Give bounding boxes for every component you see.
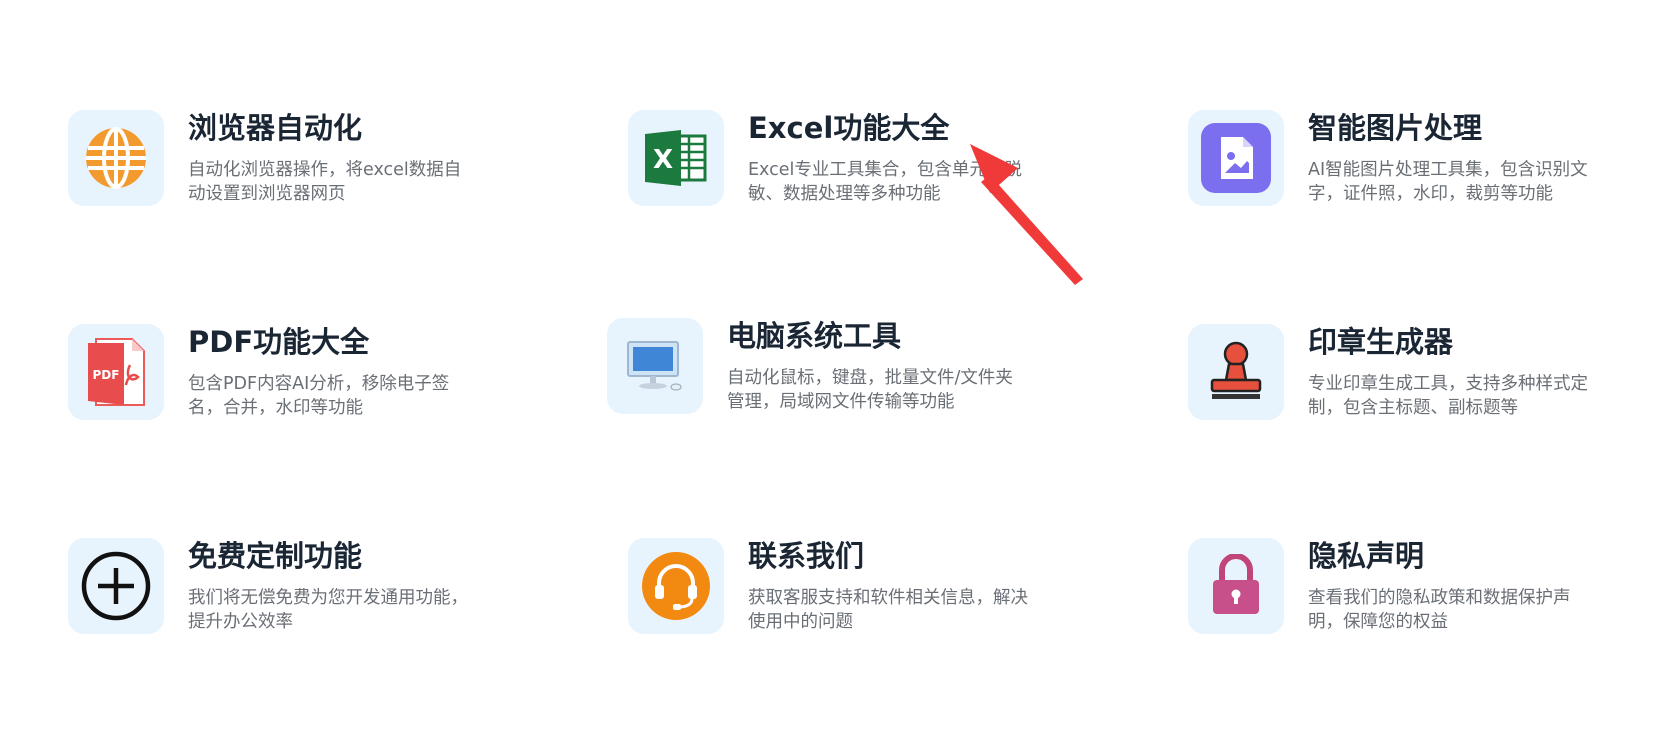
svg-text:X: X (653, 145, 673, 175)
card-title: 智能图片处理 (1308, 111, 1483, 145)
image-icon (1188, 110, 1284, 206)
stamp-icon (1188, 324, 1284, 420)
card-title: 电脑系统工具 (727, 319, 902, 353)
card-description: 自动化浏览器操作，将excel数据自动设置到浏览器网页 (188, 160, 462, 204)
card-description: 获取客服支持和软件相关信息，解决使用中的问题 (748, 588, 1028, 632)
card-description: 专业印章生成工具，支持多种样式定制，包含主标题、副标题等 (1308, 374, 1588, 418)
card-description: 我们将无偿免费为您开发通用功能，提升办公效率 (188, 588, 468, 632)
card-excel-tools[interactable]: X Excel功能大全 Excel专业工具集合，包含单元格脱敏、数据处理等多种功… (628, 110, 1048, 206)
feature-grid: 浏览器自动化 自动化浏览器操作，将excel数据自动设置到浏览器网页 X Exc… (0, 0, 1654, 756)
card-description: 包含PDF内容AI分析，移除电子签名，合并，水印等功能 (188, 374, 450, 418)
card-title: PDF功能大全 (188, 325, 370, 359)
card-image-processing[interactable]: 智能图片处理 AI智能图片处理工具集，包含识别文字，证件照，水印，裁剪等功能 (1188, 110, 1608, 206)
computer-icon (607, 318, 703, 414)
lock-icon (1188, 538, 1284, 634)
pdf-icon: PDF (68, 324, 164, 420)
card-description: Excel专业工具集合，包含单元格脱敏、数据处理等多种功能 (748, 160, 1022, 204)
card-title: 联系我们 (748, 539, 865, 573)
card-description: 自动化鼠标，键盘，批量文件/文件夹管理，局域网文件传输等功能 (727, 368, 1013, 412)
card-privacy-statement[interactable]: 隐私声明 查看我们的隐私政策和数据保护声明，保障您的权益 (1188, 538, 1608, 634)
headset-icon (628, 538, 724, 634)
card-title: Excel功能大全 (748, 111, 950, 145)
excel-icon: X (628, 110, 724, 206)
card-description: AI智能图片处理工具集，包含识别文字，证件照，水印，裁剪等功能 (1308, 160, 1588, 204)
svg-text:PDF: PDF (93, 368, 120, 382)
globe-icon (68, 110, 164, 206)
card-pdf-tools[interactable]: PDF PDF功能大全 包含PDF内容AI分析，移除电子签名，合并，水印等功能 (68, 324, 488, 420)
card-contact-us[interactable]: 联系我们 获取客服支持和软件相关信息，解决使用中的问题 (628, 538, 1048, 634)
card-title: 隐私声明 (1308, 539, 1425, 573)
plus-circle-icon (68, 538, 164, 634)
card-stamp-generator[interactable]: 印章生成器 专业印章生成工具，支持多种样式定制，包含主标题、副标题等 (1188, 324, 1608, 420)
card-title: 印章生成器 (1308, 325, 1454, 359)
card-title: 免费定制功能 (188, 539, 363, 573)
card-description: 查看我们的隐私政策和数据保护声明，保障您的权益 (1308, 588, 1571, 632)
card-browser-automation[interactable]: 浏览器自动化 自动化浏览器操作，将excel数据自动设置到浏览器网页 (68, 110, 488, 206)
card-title: 浏览器自动化 (188, 111, 363, 145)
card-custom-features[interactable]: 免费定制功能 我们将无偿免费为您开发通用功能，提升办公效率 (68, 538, 488, 634)
card-system-tools[interactable]: 电脑系统工具 自动化鼠标，键盘，批量文件/文件夹管理，局域网文件传输等功能 (607, 318, 1027, 414)
